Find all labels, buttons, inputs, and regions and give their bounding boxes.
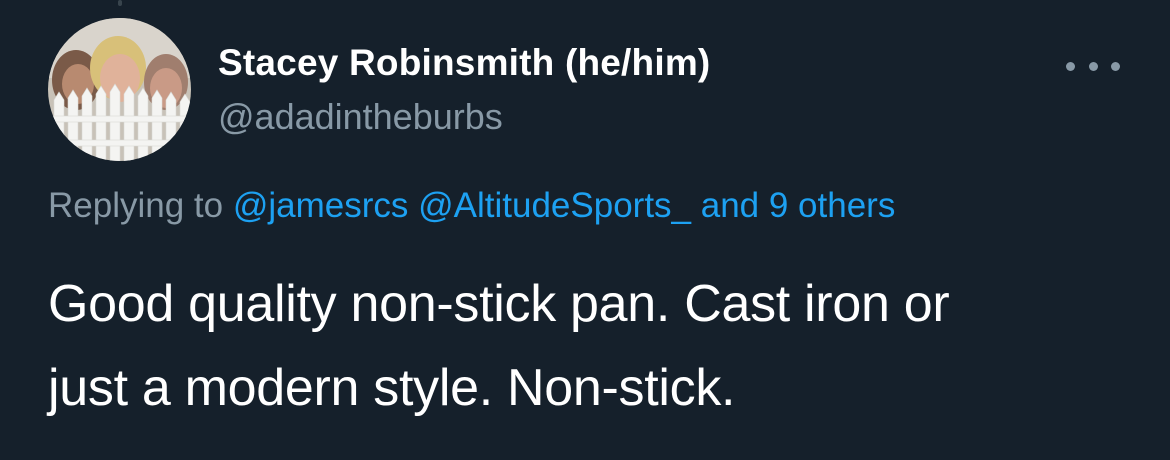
ellipsis-icon [1111,61,1120,71]
replying-to-label: Replying to [48,186,224,225]
tweet-text: Good quality non-stick pan. Cast iron or… [48,262,1138,430]
avatar-image [48,18,191,161]
ellipsis-icon [1066,61,1075,71]
avatar[interactable] [48,18,191,161]
author-handle[interactable]: @adadintheburbs [218,96,503,138]
author-display-name[interactable]: Stacey Robinsmith (he/him) [218,42,710,84]
others-link[interactable]: and 9 others [701,186,896,225]
tweet-text-line: just a modern style. Non-stick. [48,359,736,417]
thread-connector-line [118,0,122,6]
tweet-text-line: Good quality non-stick pan. Cast iron or [48,275,950,333]
mention-link[interactable]: @AltitudeSports_ [418,186,691,225]
reply-context: Replying to @jamesrcs @AltitudeSports_ a… [48,186,895,226]
ellipsis-icon [1088,61,1098,71]
more-options-button[interactable] [1066,52,1120,80]
mention-link[interactable]: @jamesrcs [233,186,409,225]
